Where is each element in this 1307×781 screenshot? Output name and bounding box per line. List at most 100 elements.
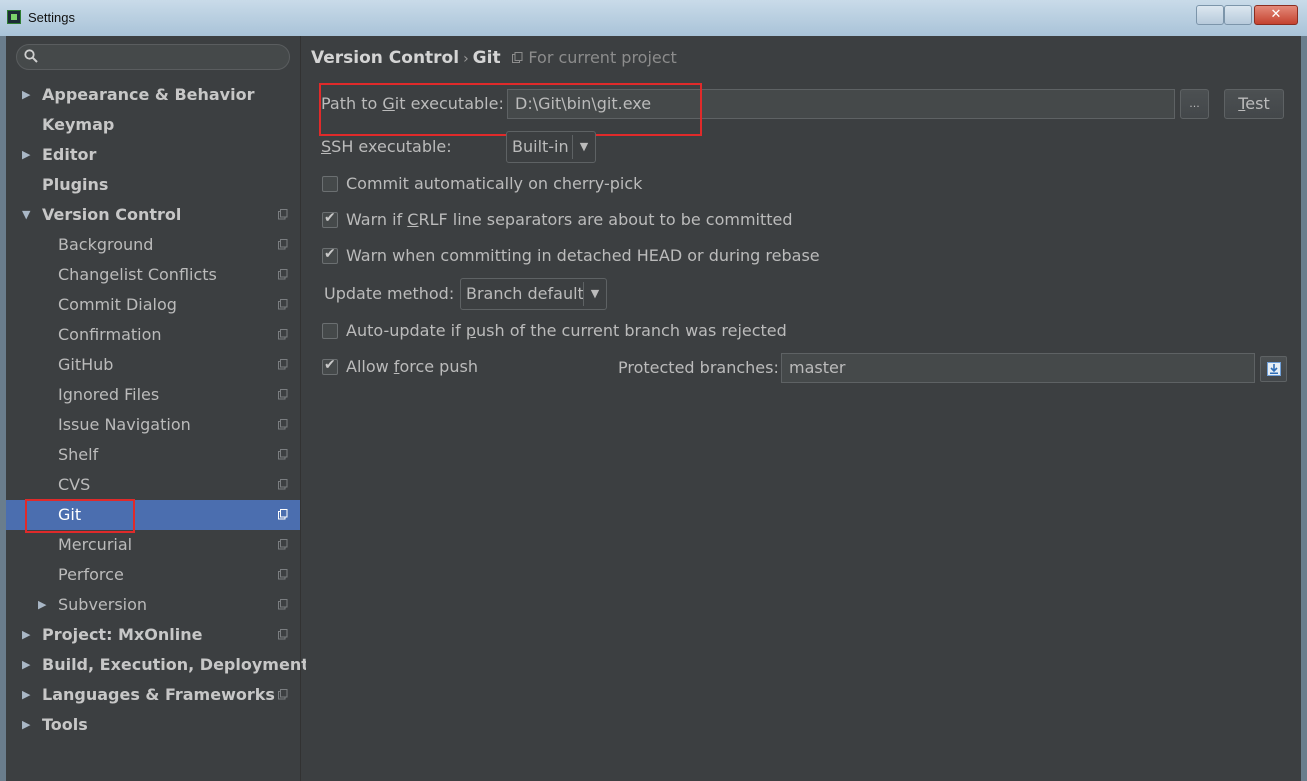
sidebar-item-build-execution-deployment[interactable]: ▶ Build, Execution, Deployment [6, 650, 309, 680]
breadcrumb: Version Control › Git For current project [311, 48, 677, 68]
sidebar-item-plugins[interactable]: Plugins [6, 170, 300, 200]
sidebar-item-label: Languages & Frameworks [42, 685, 275, 704]
sidebar-item-languages-frameworks[interactable]: ▶ Languages & Frameworks [6, 680, 300, 710]
project-scope-icon [278, 509, 288, 520]
browse-button[interactable]: ... [1180, 89, 1209, 119]
project-scope-icon [278, 359, 288, 370]
sidebar-item-editor[interactable]: ▶ Editor [6, 140, 300, 170]
git-settings-panel: Version Control › Git For current project … [306, 36, 1301, 781]
checkmark-icon: ✔ [324, 210, 336, 226]
expand-text-icon [1266, 362, 1281, 376]
checkmark-icon: ✔ [324, 246, 336, 262]
maximize-button[interactable] [1224, 5, 1252, 25]
sidebar-item-label: Issue Navigation [58, 415, 191, 434]
sidebar-item-perforce[interactable]: Perforce [6, 560, 300, 590]
update-method-select[interactable]: Branch default ▼ [460, 278, 607, 310]
sidebar-item-label: Subversion [58, 595, 148, 614]
sidebar-item-label: Tools [42, 715, 88, 734]
sidebar-item-project-mxonline[interactable]: ▶ Project: MxOnline [6, 620, 300, 650]
project-scope-icon [278, 629, 288, 640]
breadcrumb-separator-icon: › [463, 51, 469, 67]
protected-branches-label: Protected branches: [618, 358, 779, 377]
window-title: Settings [28, 10, 75, 25]
sidebar-item-label: Mercurial [58, 535, 133, 554]
sidebar-item-ignored-files[interactable]: Ignored Files [6, 380, 300, 410]
project-scope-icon [278, 569, 288, 580]
sidebar-item-shelf[interactable]: Shelf [6, 440, 300, 470]
sidebar-item-background[interactable]: Background [6, 230, 300, 260]
sidebar-item-label: Background [58, 235, 154, 254]
detached-head-checkbox[interactable]: ✔ [322, 246, 338, 264]
sidebar-item-label: Plugins [42, 175, 109, 194]
force-push-checkbox[interactable]: ✔ [322, 357, 338, 375]
settings-sidebar: ▶ Appearance & Behavior Keymap ▶ Editor Plugi… [6, 36, 309, 781]
close-button[interactable]: ✕ [1254, 5, 1298, 25]
auto-update-checkbox[interactable] [322, 323, 338, 339]
chevron-down-icon: ▼ [572, 135, 595, 159]
project-scope-icon [278, 299, 288, 310]
search-input[interactable] [43, 47, 287, 69]
project-scope-icon [278, 269, 288, 280]
sidebar-item-confirmation[interactable]: Confirmation [6, 320, 300, 350]
crlf-checkbox[interactable]: ✔ [322, 210, 338, 228]
settings-dialog: ▶ Appearance & Behavior Keymap ▶ Editor Plugi… [6, 36, 1301, 781]
sidebar-item-label: Changelist Conflicts [58, 265, 217, 284]
collapsed-arrow-icon[interactable]: ▶ [22, 650, 34, 680]
title-bar: Settings ✕ [0, 0, 1307, 36]
project-scope-icon [278, 689, 288, 700]
sidebar-item-label: Confirmation [58, 325, 162, 344]
ssh-executable-select[interactable]: Built-in ▼ [506, 131, 596, 163]
sidebar-item-changelist-conflicts[interactable]: Changelist Conflicts [6, 260, 300, 290]
project-scope-icon [278, 539, 288, 550]
auto-update-label: Auto-update if push of the current branc… [346, 321, 787, 340]
sidebar-item-label: CVS [58, 475, 91, 494]
project-scope-icon [278, 209, 288, 220]
expand-field-button[interactable] [1260, 356, 1287, 382]
collapsed-arrow-icon[interactable]: ▶ [22, 140, 34, 170]
sidebar-item-label: Ignored Files [58, 385, 160, 404]
project-scope-icon [278, 419, 288, 430]
collapsed-arrow-icon[interactable]: ▶ [38, 590, 50, 620]
sidebar-item-appearance-behavior[interactable]: ▶ Appearance & Behavior [6, 80, 300, 110]
detached-head-label: Warn when committing in detached HEAD or… [346, 246, 820, 265]
search-field[interactable] [16, 44, 290, 70]
project-scope-icon [278, 239, 288, 250]
sidebar-item-label: GitHub [58, 355, 114, 374]
sidebar-item-mercurial[interactable]: Mercurial [6, 530, 300, 560]
collapsed-arrow-icon[interactable]: ▶ [22, 680, 34, 710]
sidebar-item-github[interactable]: GitHub [6, 350, 300, 380]
sidebar-item-subversion[interactable]: ▶ Subversion [6, 590, 300, 620]
force-push-label: Allow force push [346, 357, 478, 376]
sidebar-item-label: Version Control [42, 205, 182, 224]
collapsed-arrow-icon[interactable]: ▶ [22, 80, 34, 110]
sidebar-item-tools[interactable]: ▶ Tools [6, 710, 300, 740]
protected-branches-input[interactable]: master [781, 353, 1255, 383]
cherry-pick-label: Commit automatically on cherry-pick [346, 174, 643, 193]
sidebar-item-label: Appearance & Behavior [42, 85, 255, 104]
project-scope-icon [278, 329, 288, 340]
sidebar-item-keymap[interactable]: Keymap [6, 110, 300, 140]
sidebar-item-issue-navigation[interactable]: Issue Navigation [6, 410, 300, 440]
checkmark-icon: ✔ [324, 357, 336, 373]
breadcrumb-current: Git [472, 48, 501, 68]
sidebar-item-cvs[interactable]: CVS [6, 470, 300, 500]
project-scope-icon [278, 449, 288, 460]
project-scope-icon [278, 479, 288, 490]
sidebar-item-commit-dialog[interactable]: Commit Dialog [6, 290, 300, 320]
crlf-label: Warn if CRLF line separators are about t… [346, 210, 793, 229]
app-icon [7, 10, 21, 24]
sidebar-item-label: Project: MxOnline [42, 625, 203, 644]
collapsed-arrow-icon[interactable]: ▶ [22, 620, 34, 650]
sidebar-item-label: Editor [42, 145, 97, 164]
collapsed-arrow-icon[interactable]: ▶ [22, 710, 34, 740]
project-scope-icon [278, 389, 288, 400]
project-scope-icon [512, 52, 523, 63]
sidebar-item-version-control[interactable]: ▼ Version Control [6, 200, 300, 230]
test-button[interactable]: Test [1224, 89, 1284, 119]
breadcrumb-parent[interactable]: Version Control [311, 48, 459, 68]
minimize-button[interactable] [1196, 5, 1224, 25]
cherry-pick-checkbox[interactable] [322, 176, 338, 192]
search-icon [24, 49, 38, 63]
project-scope-icon [278, 599, 288, 610]
expanded-arrow-icon[interactable]: ▼ [22, 200, 34, 230]
